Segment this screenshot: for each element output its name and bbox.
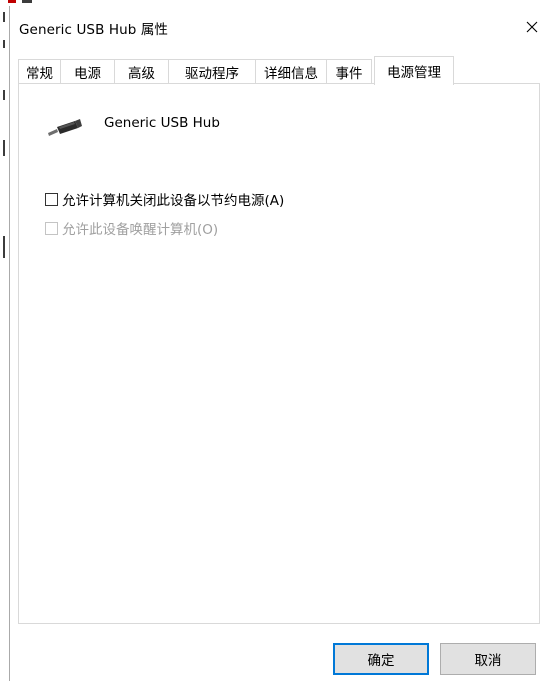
tab-driver[interactable]: 驱动程序 xyxy=(168,59,256,84)
allow-turn-off-checkbox[interactable] xyxy=(45,192,58,206)
background-window-mark xyxy=(3,236,5,258)
device-name: Generic USB Hub xyxy=(104,115,220,131)
tab-power-management[interactable]: 电源管理 xyxy=(374,56,454,85)
tab-advanced[interactable]: 高级 xyxy=(114,59,169,84)
ok-button[interactable]: 确定 xyxy=(333,643,429,675)
tab-details[interactable]: 详细信息 xyxy=(255,59,327,84)
background-window-mark xyxy=(3,90,5,100)
tab-events[interactable]: 事件 xyxy=(326,59,372,84)
tab-general[interactable]: 常规 xyxy=(18,59,61,84)
screen: Generic USB Hub 属性 常规 电源 高级 驱动程序 详细信息 事件… xyxy=(0,0,548,681)
background-window-top-fragment xyxy=(8,0,38,3)
cancel-button[interactable]: 取消 xyxy=(440,643,536,675)
background-window-edge xyxy=(0,0,8,681)
usb-device-icon xyxy=(45,118,85,138)
window-title: Generic USB Hub 属性 xyxy=(19,22,169,38)
background-window-mark xyxy=(3,12,5,22)
close-icon xyxy=(526,21,538,33)
background-window-mark xyxy=(3,40,5,48)
tab-power[interactable]: 电源 xyxy=(60,59,115,84)
power-management-panel: Generic USB Hub 允许计算机关闭此设备以节约电源(A) 允许此设备… xyxy=(18,83,540,624)
allow-turn-off-label: 允许计算机关闭此设备以节约电源(A) xyxy=(62,193,285,209)
background-window-mark xyxy=(3,140,5,156)
option-allow-turn-off[interactable]: 允许计算机关闭此设备以节约电源(A) xyxy=(45,189,284,209)
close-button[interactable] xyxy=(518,14,546,40)
option-allow-wake: 允许此设备唤醒计算机(O) xyxy=(45,218,218,238)
title-bar[interactable]: Generic USB Hub 属性 xyxy=(10,6,548,46)
allow-wake-checkbox xyxy=(45,221,58,235)
allow-wake-label: 允许此设备唤醒计算机(O) xyxy=(62,222,219,238)
tab-strip: 常规 电源 高级 驱动程序 详细信息 事件 电源管理 xyxy=(18,56,538,85)
properties-dialog: Generic USB Hub 属性 常规 电源 高级 驱动程序 详细信息 事件… xyxy=(9,6,548,681)
